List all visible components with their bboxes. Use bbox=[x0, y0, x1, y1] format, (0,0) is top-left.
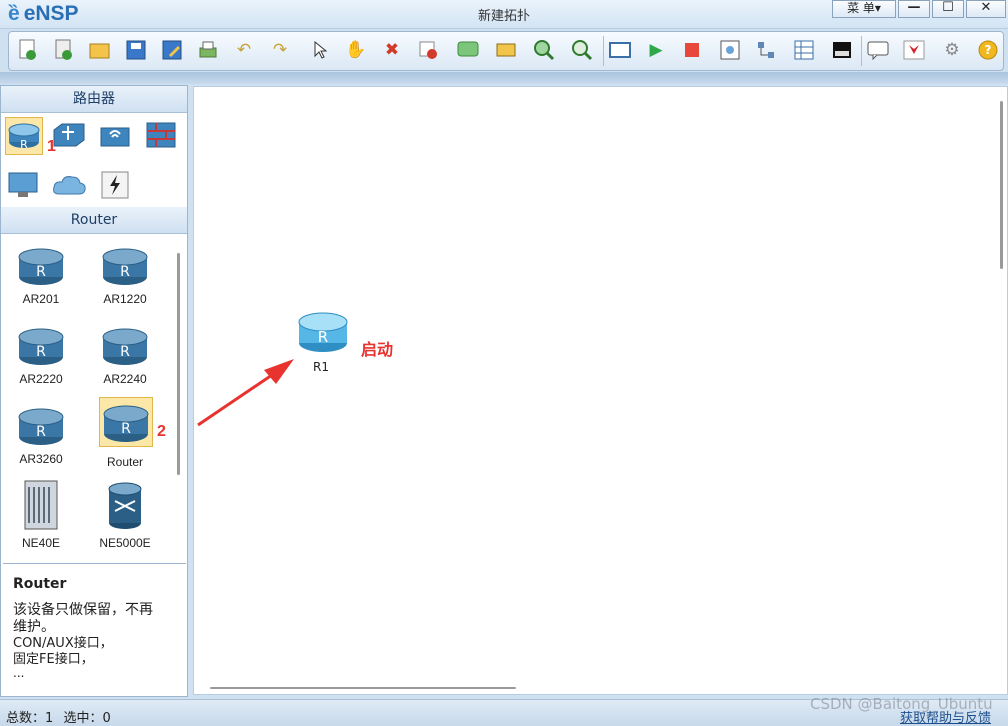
router-icon: R bbox=[18, 408, 64, 445]
device-info-box: Router 该设备只做保留，不再 维护。 CON/AUX接口， 固定FE接口，… bbox=[3, 563, 186, 696]
toolbar-separator bbox=[861, 36, 862, 66]
rectangle-icon[interactable] bbox=[493, 37, 519, 63]
device-ar201[interactable]: R AR201 bbox=[11, 243, 71, 306]
device-label: AR2220 bbox=[19, 372, 63, 386]
other-device-type-icon[interactable] bbox=[97, 167, 133, 203]
cloud-type-icon[interactable] bbox=[51, 167, 87, 203]
selected-value: 0 bbox=[102, 711, 111, 726]
svg-text:R: R bbox=[318, 328, 328, 346]
new-label-icon[interactable] bbox=[51, 37, 77, 63]
maximize-button[interactable]: ☐ bbox=[932, 0, 964, 18]
start-device-icon[interactable]: ▶ bbox=[643, 37, 669, 63]
delete-icon[interactable]: ✖ bbox=[379, 37, 405, 63]
info-title: Router bbox=[13, 576, 67, 592]
toolbar: ↶ ↷ ✋ ✖ ▶ ⚙ ? bbox=[8, 31, 1004, 71]
svg-text:R: R bbox=[36, 424, 46, 440]
select-icon[interactable] bbox=[307, 37, 333, 63]
device-ne5000e[interactable]: NE5000E bbox=[95, 479, 155, 550]
print-icon[interactable] bbox=[195, 37, 221, 63]
close-button[interactable]: ✕ bbox=[966, 0, 1006, 18]
device-list-scrollbar[interactable] bbox=[177, 253, 180, 475]
device-label: AR201 bbox=[22, 292, 60, 306]
terminal-icon[interactable] bbox=[829, 37, 855, 63]
toolbar-strip bbox=[0, 72, 1008, 84]
svg-text:?: ? bbox=[985, 43, 992, 57]
huawei-logo-icon[interactable] bbox=[901, 37, 927, 63]
router-type-icon[interactable]: R bbox=[5, 117, 43, 155]
zoom-in-icon[interactable] bbox=[531, 37, 557, 63]
chassis-router-icon bbox=[24, 480, 58, 530]
svg-text:R: R bbox=[120, 344, 130, 360]
marker-2: 2 bbox=[157, 423, 166, 440]
zoom-out-icon[interactable] bbox=[569, 37, 595, 63]
wireless-type-icon[interactable] bbox=[97, 117, 133, 153]
start-annotation: 启动 bbox=[361, 340, 394, 359]
device-ar3260[interactable]: R AR3260 bbox=[11, 403, 71, 466]
router-icon: R bbox=[18, 248, 64, 285]
device-list: R AR201 R AR1220 R AR2220 R AR2240 R AR3… bbox=[1, 235, 187, 563]
table-view-icon[interactable] bbox=[791, 37, 817, 63]
canvas-vertical-scrollbar[interactable] bbox=[1000, 101, 1003, 269]
text-icon[interactable] bbox=[455, 37, 481, 63]
device-router[interactable]: R bbox=[99, 397, 153, 447]
device-ar2220[interactable]: R AR2220 bbox=[11, 323, 71, 386]
canvas-horizontal-scrollbar[interactable] bbox=[210, 687, 516, 689]
svg-text:R: R bbox=[36, 344, 46, 360]
device-label: AR2240 bbox=[103, 372, 147, 386]
marker-1: 1 bbox=[47, 138, 56, 155]
svg-text:R: R bbox=[20, 138, 28, 151]
total-value: 1 bbox=[45, 711, 54, 726]
device-label: NE5000E bbox=[99, 536, 151, 550]
router-icon: R bbox=[102, 248, 148, 285]
delete-link-icon[interactable] bbox=[415, 37, 441, 63]
core-router-icon bbox=[108, 482, 142, 529]
router-icon: R bbox=[103, 405, 149, 442]
status-counts: 总数：1 选中：0 bbox=[6, 707, 111, 726]
status-bar: 总数：1 选中：0 CSDN @Baitong_Ubuntu 获取帮助与反馈 bbox=[0, 695, 1008, 726]
open-icon[interactable] bbox=[87, 37, 113, 63]
svg-text:R: R bbox=[121, 421, 131, 437]
firewall-type-icon[interactable] bbox=[143, 117, 179, 153]
topology-view-icon[interactable] bbox=[753, 37, 779, 63]
device-ne40e[interactable]: NE40E bbox=[11, 479, 71, 550]
pc-type-icon[interactable] bbox=[5, 167, 41, 203]
svg-text:R: R bbox=[36, 264, 46, 280]
zoom-reset-icon[interactable] bbox=[607, 37, 633, 63]
device-label: AR3260 bbox=[19, 452, 63, 466]
topology-canvas[interactable]: R R1 启动 bbox=[193, 86, 1008, 695]
menu-button[interactable]: 菜 单▾ bbox=[832, 0, 896, 18]
device-label: Router bbox=[106, 455, 144, 469]
selected-label: 选中： bbox=[63, 711, 103, 726]
switch-type-icon[interactable] bbox=[51, 117, 87, 153]
stop-device-icon[interactable] bbox=[679, 37, 705, 63]
category-title: 路由器 bbox=[1, 86, 187, 113]
redo-icon[interactable]: ↷ bbox=[267, 37, 293, 63]
info-desc-line5: ... bbox=[13, 666, 25, 680]
title-bar: ȅ eNSP 新建拓扑 菜 单▾ — ☐ ✕ bbox=[0, 0, 1008, 29]
message-icon[interactable] bbox=[865, 37, 891, 63]
save-as-icon[interactable] bbox=[159, 37, 185, 63]
settings-icon[interactable]: ⚙ bbox=[939, 37, 965, 63]
minimize-button[interactable]: — bbox=[898, 0, 930, 18]
device-label: NE40E bbox=[21, 536, 61, 550]
device-panel: 路由器 R 1 Router R AR201 R AR1220 R AR2220 bbox=[0, 85, 188, 697]
help-icon[interactable]: ? bbox=[975, 37, 1001, 63]
pan-icon[interactable]: ✋ bbox=[343, 37, 369, 63]
device-label: AR1220 bbox=[103, 292, 147, 306]
router-icon: R bbox=[18, 328, 64, 365]
save-icon[interactable] bbox=[123, 37, 149, 63]
help-feedback-link[interactable]: 获取帮助与反馈 bbox=[900, 707, 991, 726]
info-desc-line4: 固定FE接口， bbox=[13, 652, 94, 667]
toolbar-separator bbox=[603, 36, 604, 66]
red-arrow-annotation bbox=[197, 359, 294, 427]
series-title: Router bbox=[1, 207, 187, 234]
device-ar2240[interactable]: R AR2240 bbox=[95, 323, 155, 386]
device-ar1220[interactable]: R AR1220 bbox=[95, 243, 155, 306]
svg-text:R: R bbox=[120, 264, 130, 280]
total-label: 总数： bbox=[6, 711, 46, 726]
router-icon: R bbox=[102, 328, 148, 365]
new-topology-icon[interactable] bbox=[15, 37, 41, 63]
undo-icon[interactable]: ↶ bbox=[231, 37, 257, 63]
capture-icon[interactable] bbox=[717, 37, 743, 63]
